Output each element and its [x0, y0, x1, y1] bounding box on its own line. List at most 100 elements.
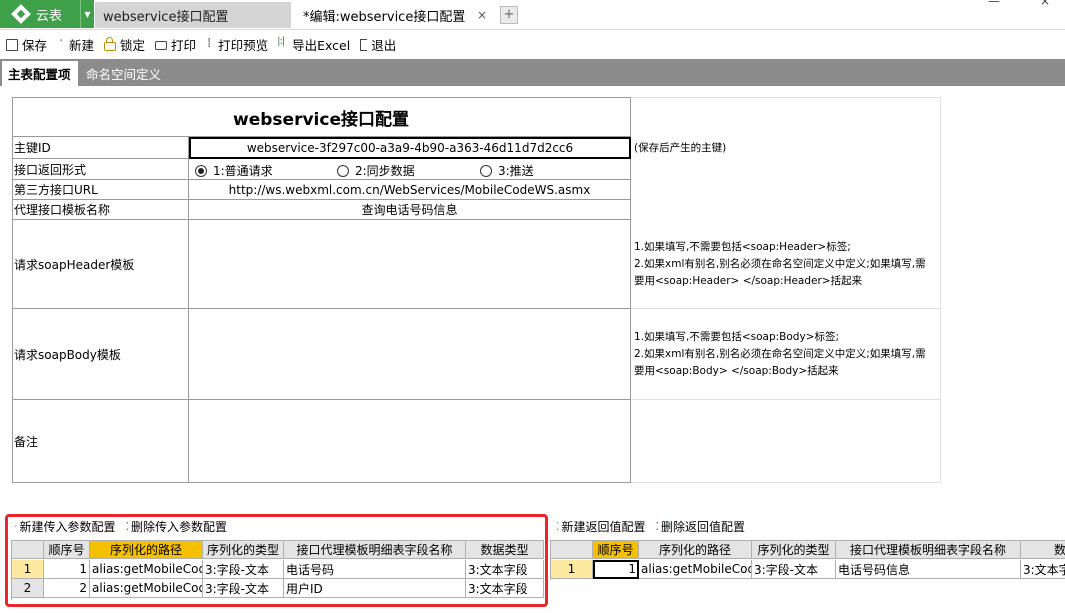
lock-label: 锁定	[120, 38, 146, 53]
print-preview-button[interactable]: 打印预览	[206, 35, 268, 54]
grid-header-row: 顺序号 序列化的路径 序列化的类型 接口代理模板明细表字段名称 数据类型	[12, 540, 544, 559]
tab-namespace-definition[interactable]: 命名空间定义	[80, 61, 167, 86]
add-return-value-button[interactable]: ⁚ 新建返回值配置	[556, 518, 646, 535]
type-cell[interactable]: 3:字段-文本	[203, 560, 284, 579]
soap-body-note: 1.如果填写,不需要包括<soap:Body>标签; 2.如果xml有别名,别名…	[632, 309, 940, 400]
column-header[interactable]: 序列化的类型	[752, 540, 836, 559]
table-row[interactable]: 1 1 alias:getMobileCodeInfo 3:字段-文本 电话号码…	[551, 560, 1065, 579]
delete-return-value-label: 删除返回值配置	[661, 519, 746, 534]
path-cell[interactable]: alias:getMobileCodeInfo	[90, 579, 203, 598]
delete-input-param-label: 删除传入参数配置	[131, 519, 228, 534]
new-button[interactable]: 新建	[57, 33, 94, 54]
column-header[interactable]: 接口代理模板明细表字段名称	[284, 540, 466, 559]
minimize-icon[interactable]: —	[988, 0, 1000, 8]
row-number[interactable]: 1	[551, 560, 593, 579]
app-menu-button[interactable]: 云表	[0, 0, 80, 28]
section-tab-bar: 主表配置项 命名空间定义	[0, 59, 1065, 86]
return-type-option-3[interactable]: 3:推送	[480, 162, 534, 179]
seq-cell[interactable]: 1	[593, 560, 639, 579]
lock-button[interactable]: 锁定	[104, 35, 145, 54]
excel-icon	[277, 36, 288, 51]
primary-key-note: (保存后产生的主键)	[634, 141, 727, 154]
column-header[interactable]: 序列化的类型	[203, 540, 284, 559]
delete-return-value-button[interactable]: ⁚ 删除返回值配置	[656, 518, 746, 535]
primary-key-field[interactable]: webservice-3f297c00-a3a9-4b90-a363-46d11…	[189, 137, 631, 159]
return-type-option-1[interactable]: 1:普通请求	[195, 162, 273, 179]
soap-body-field[interactable]	[189, 309, 631, 400]
export-excel-button[interactable]: 导出Excel	[277, 35, 350, 54]
field-cell[interactable]: 用户ID	[284, 579, 466, 598]
app-name: 云表	[36, 8, 63, 24]
tab-edit-webservice-config[interactable]: *编辑:webservice接口配置 ×	[295, 2, 495, 28]
close-tab-icon[interactable]: ×	[477, 8, 487, 22]
print-button[interactable]: 打印	[155, 35, 196, 54]
delete-input-param-button[interactable]: ⁚ 删除传入参数配置	[126, 518, 228, 535]
data-type-cell[interactable]: 3:文本字段	[466, 579, 544, 598]
template-name-label: 代理接口模板名称	[12, 200, 189, 220]
tab-webservice-config[interactable]: webservice接口配置	[95, 2, 291, 28]
column-header[interactable]: 序列化的路径	[639, 540, 752, 559]
data-type-cell[interactable]: 3:文本字段	[466, 560, 544, 579]
soap-header-note: 1.如果填写,不需要包括<soap:Header>标签; 2.如果xml有别名,…	[632, 220, 940, 309]
seq-cell[interactable]: 1	[44, 560, 90, 579]
type-cell[interactable]: 3:字段-文本	[203, 579, 284, 598]
tab-bar: 云表 ▼ webservice接口配置 *编辑:webservice接口配置 ×…	[0, 0, 1065, 30]
field-cell[interactable]: 电话号码	[284, 560, 466, 579]
return-type-option-2[interactable]: 2:同步数据	[337, 162, 415, 179]
note-line: 2.如果xml有别名,别名必须在命名空间定义中定义;如果填写,需	[634, 347, 926, 360]
soap-header-field[interactable]	[189, 220, 631, 309]
note-line: 要用<soap:Header> </soap:Header>括起来	[634, 274, 863, 287]
app-dropdown-icon[interactable]: ▼	[80, 0, 94, 28]
add-input-param-label: 新建传入参数配置	[19, 519, 116, 534]
data-type-cell[interactable]: 3:文本字	[1021, 560, 1065, 579]
row-number-header	[12, 540, 44, 559]
tab-label: *编辑:webservice接口配置	[303, 9, 466, 25]
print-preview-icon	[206, 36, 214, 51]
toolbar: 保存 新建 锁定 打印 打印预览 导出Excel 退出	[0, 31, 1065, 58]
return-values-grid: 顺序号 序列化的路径 序列化的类型 接口代理模板明细表字段名称 数据 1 1 a…	[550, 540, 1065, 580]
main-form: webservice接口配置 主键ID webservice-3f297c00-…	[0, 87, 1065, 507]
option-label: 2:同步数据	[355, 164, 415, 178]
row-number[interactable]: 1	[12, 560, 44, 579]
return-values-toolbar: ⁚ 新建返回值配置 ⁚ 删除返回值配置	[556, 516, 755, 536]
type-cell[interactable]: 3:字段-文本	[752, 560, 836, 579]
path-cell[interactable]: alias:getMobileCodeInfo	[639, 560, 752, 579]
tab-label: webservice接口配置	[103, 9, 229, 25]
exit-button[interactable]: 退出	[360, 35, 396, 54]
field-cell[interactable]: 电话号码信息	[836, 560, 1021, 579]
exit-label: 退出	[371, 38, 397, 53]
add-tab-icon[interactable]: +	[500, 6, 518, 24]
print-icon	[155, 41, 168, 50]
table-row[interactable]: 2 2 alias:getMobileCodeInfo 3:字段-文本 用户ID…	[12, 579, 544, 598]
lock-icon	[104, 37, 117, 51]
column-header[interactable]: 数据类型	[466, 540, 544, 559]
seq-cell[interactable]: 2	[44, 579, 90, 598]
soap-header-label: 请求soapHeader模板	[12, 220, 189, 309]
path-cell[interactable]: alias:getMobileCodeInfo	[90, 560, 203, 579]
delete-icon: ⁚	[655, 519, 660, 533]
row-number[interactable]: 2	[12, 579, 44, 598]
url-field[interactable]: http://ws.webxml.com.cn/WebServices/Mobi…	[189, 180, 631, 200]
primary-key-label: 主键ID	[12, 137, 189, 159]
radio-selected-icon	[195, 164, 207, 177]
column-header[interactable]: 序列化的路径	[90, 540, 203, 559]
add-input-param-button[interactable]: · 新建传入参数配置	[14, 518, 116, 535]
remark-field[interactable]	[189, 400, 631, 483]
exit-icon	[360, 38, 368, 51]
save-label: 保存	[22, 38, 48, 53]
column-header[interactable]: 接口代理模板明细表字段名称	[836, 540, 1021, 559]
input-params-toolbar: · 新建传入参数配置 ⁚ 删除传入参数配置	[14, 516, 237, 536]
window-close-icon[interactable]: ×	[1040, 0, 1050, 8]
column-header[interactable]: 数据	[1021, 540, 1065, 559]
tab-main-config[interactable]: 主表配置项	[2, 61, 78, 86]
return-type-label: 接口返回形式	[12, 159, 189, 180]
template-name-field[interactable]: 查询电话号码信息	[189, 200, 631, 220]
table-row[interactable]: 1 1 alias:getMobileCodeInfo 3:字段-文本 电话号码…	[12, 560, 544, 579]
remark-label: 备注	[12, 400, 189, 483]
column-header[interactable]: 顺序号	[593, 540, 639, 559]
grid-header-row: 顺序号 序列化的路径 序列化的类型 接口代理模板明细表字段名称 数据	[551, 540, 1065, 559]
column-header[interactable]: 顺序号	[44, 540, 90, 559]
return-type-group: 1:普通请求 2:同步数据 3:推送	[189, 159, 631, 180]
soap-body-label: 请求soapBody模板	[12, 309, 189, 400]
save-button[interactable]: 保存	[6, 35, 47, 54]
